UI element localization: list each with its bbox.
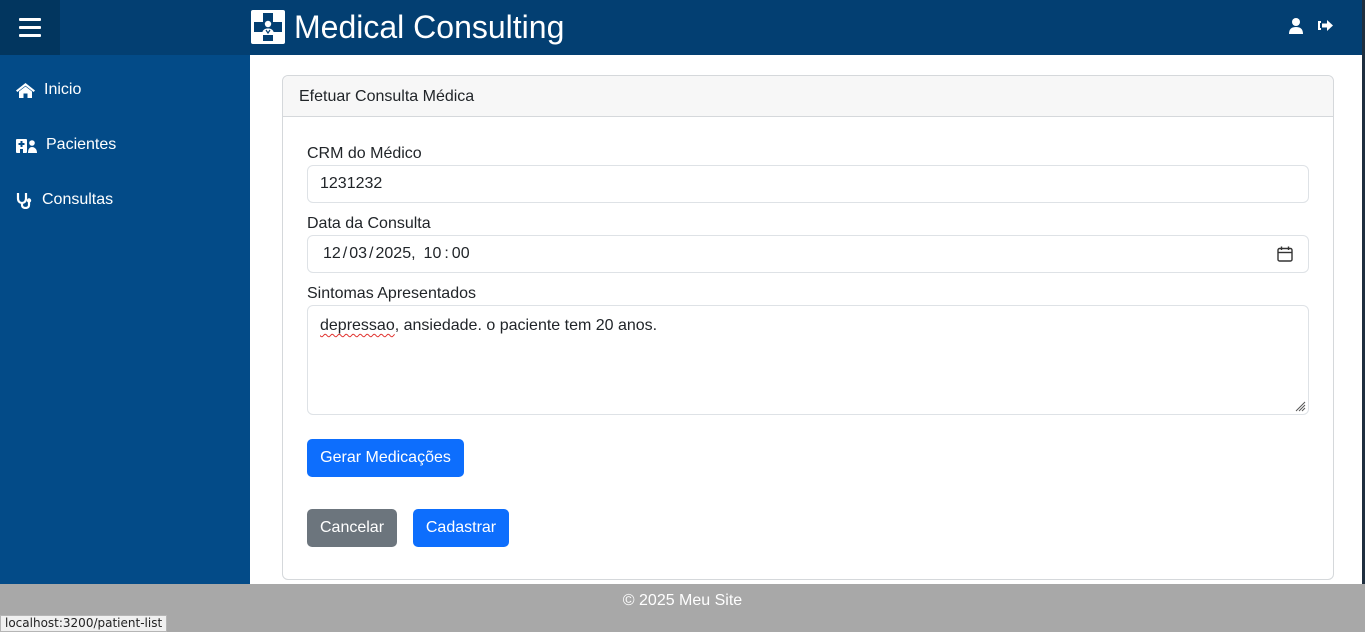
consultation-datetime-input[interactable]: 12/03/2025, 10:00 xyxy=(307,235,1309,273)
time-hour[interactable]: 10 xyxy=(424,245,442,262)
footer-text: © 2025 Meu Site xyxy=(622,592,743,609)
date-month[interactable]: 03 xyxy=(349,245,367,262)
sidebar-item-label: Inicio xyxy=(44,81,82,98)
sidebar: Inicio Pacientes Consultas xyxy=(0,55,250,584)
medical-cross-doctor-icon xyxy=(251,10,285,44)
footer: © 2025 Meu Site xyxy=(0,584,1365,632)
top-navbar: Medical Consulting xyxy=(0,0,1362,55)
card-title: Efetuar Consulta Médica xyxy=(283,76,1333,117)
generate-medications-button[interactable]: Gerar Medicações xyxy=(307,439,464,477)
hamburger-icon xyxy=(19,18,41,37)
sidebar-item-inicio[interactable]: Inicio xyxy=(16,81,81,99)
sidebar-item-label: Pacientes xyxy=(46,136,117,153)
sidebar-item-consultas[interactable]: Consultas xyxy=(16,191,113,209)
datetime-value: 12/03/2025, 10:00 xyxy=(323,245,470,262)
date-label: Data da Consulta xyxy=(307,215,431,232)
misspelled-word: depressao xyxy=(320,317,395,334)
sidebar-item-pacientes[interactable]: Pacientes xyxy=(16,136,116,154)
hospital-user-icon xyxy=(16,137,38,153)
symptoms-text: , ansiedade. o paciente tem 20 anos. xyxy=(394,317,658,334)
user-icon[interactable] xyxy=(1289,18,1303,34)
home-icon xyxy=(16,82,36,98)
stethoscope-icon xyxy=(16,192,34,209)
calendar-icon[interactable] xyxy=(1277,246,1293,262)
resize-grip-icon[interactable] xyxy=(1294,400,1306,412)
browser-status-url: localhost:3200/patient-list xyxy=(0,615,168,632)
symptoms-textarea[interactable]: depressao, ansiedade. o paciente tem 20 … xyxy=(307,305,1309,415)
symptoms-label: Sintomas Apresentados xyxy=(307,285,476,302)
menu-toggle-button[interactable] xyxy=(0,0,60,55)
sidebar-item-label: Consultas xyxy=(42,191,114,208)
date-year[interactable]: 2025 xyxy=(376,245,412,262)
submit-button[interactable]: Cadastrar xyxy=(413,509,509,547)
crm-label: CRM do Médico xyxy=(307,145,422,162)
time-minute[interactable]: 00 xyxy=(452,245,470,262)
crm-input[interactable]: 1231232 xyxy=(307,165,1309,203)
brand[interactable]: Medical Consulting xyxy=(251,8,564,46)
date-day[interactable]: 12 xyxy=(323,245,341,262)
cancel-button[interactable]: Cancelar xyxy=(307,509,397,547)
sign-out-icon[interactable] xyxy=(1317,18,1334,34)
app-title: Medical Consulting xyxy=(294,9,565,45)
